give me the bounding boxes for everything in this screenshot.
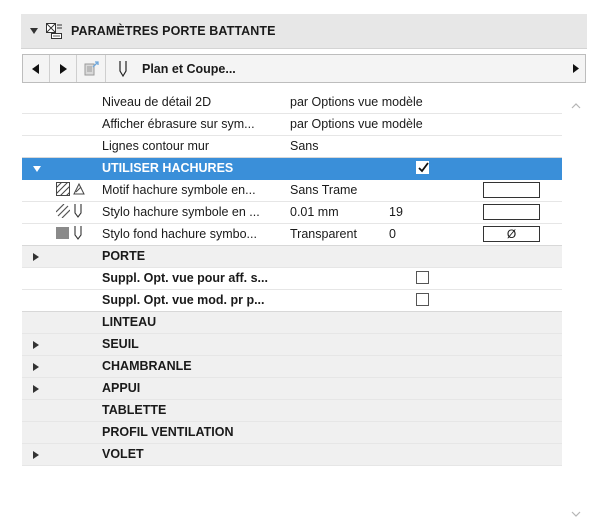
- list-item[interactable]: Niveau de détail 2D par Options vue modè…: [22, 92, 562, 114]
- param-name: Stylo fond hachure symbo...: [102, 227, 257, 241]
- param-value[interactable]: Sans: [290, 136, 319, 157]
- checkbox[interactable]: [416, 293, 429, 306]
- hatch-pattern-icon: [55, 181, 71, 199]
- group-label: TABLETTE: [102, 403, 167, 417]
- checkbox[interactable]: [416, 271, 429, 284]
- arrow-right-icon[interactable]: [573, 55, 579, 82]
- checkbox[interactable]: [416, 161, 429, 174]
- door-settings-panel: PARAMÈTRES PORTE BATTANTE Plan et Coupe.…: [21, 14, 587, 526]
- param-name: Afficher ébrasure sur sym...: [102, 117, 255, 131]
- door-settings-icon: [45, 22, 63, 40]
- pen-number[interactable]: 19: [389, 202, 403, 223]
- list-item[interactable]: Motif hachure symbole en... Sans Trame: [22, 180, 562, 202]
- transparent-swatch[interactable]: Ø: [483, 226, 540, 242]
- group-label: APPUI: [102, 381, 141, 395]
- next-button[interactable]: [50, 55, 77, 82]
- chevron-right-icon[interactable]: [33, 356, 39, 377]
- param-name: Stylo hachure symbole en ...: [102, 205, 260, 219]
- chevron-down-icon[interactable]: [33, 158, 41, 179]
- param-value[interactable]: par Options vue modèle: [290, 114, 423, 135]
- view-label[interactable]: Plan et Coupe...: [142, 55, 236, 82]
- page-settings-button[interactable]: [77, 55, 106, 82]
- previous-button[interactable]: [23, 55, 50, 82]
- list-item[interactable]: Stylo hachure symbole en ... 0.01 mm 19: [22, 202, 562, 224]
- group-row-profil-ventilation[interactable]: PROFIL VENTILATION: [22, 422, 562, 444]
- param-name: Suppl. Opt. vue pour aff. s...: [102, 271, 268, 285]
- group-row-tablette[interactable]: TABLETTE: [22, 400, 562, 422]
- chevron-right-icon[interactable]: [33, 444, 39, 465]
- chevron-right-icon[interactable]: [33, 378, 39, 399]
- pen-number[interactable]: 0: [389, 224, 396, 245]
- group-row-chambranle[interactable]: CHAMBRANLE: [22, 356, 562, 378]
- chevron-right-icon[interactable]: [33, 334, 39, 355]
- arrow-left-icon: [32, 63, 40, 74]
- group-row-linteau[interactable]: LINTEAU: [22, 312, 562, 334]
- param-name: Lignes contour mur: [102, 139, 210, 153]
- group-label: PROFIL VENTILATION: [102, 425, 234, 439]
- group-row-utiliser-hachures[interactable]: UTILISER HACHURES: [22, 158, 562, 180]
- group-row-porte[interactable]: PORTE: [22, 246, 562, 268]
- pen-icon: [72, 225, 84, 244]
- group-row-seuil[interactable]: SEUIL: [22, 334, 562, 356]
- group-label: PORTE: [102, 249, 146, 263]
- group-label: VOLET: [102, 447, 144, 461]
- group-row-appui[interactable]: APPUI: [22, 378, 562, 400]
- list-item[interactable]: Afficher ébrasure sur sym... par Options…: [22, 114, 562, 136]
- list-item[interactable]: Lignes contour mur Sans: [22, 136, 562, 158]
- row-icons: [55, 202, 84, 223]
- row-icons: [56, 224, 84, 245]
- parameter-list: Niveau de détail 2D par Options vue modè…: [22, 92, 562, 466]
- group-label: UTILISER HACHURES: [102, 161, 234, 175]
- list-item[interactable]: Stylo fond hachure symbo... Transparent …: [22, 224, 562, 246]
- document-arrow-icon: [83, 60, 99, 77]
- param-value[interactable]: Transparent: [290, 224, 357, 245]
- chevron-up-icon[interactable]: [571, 98, 581, 112]
- param-value[interactable]: Sans Trame: [290, 180, 357, 201]
- row-icons: [55, 180, 86, 201]
- group-label: SEUIL: [102, 337, 139, 351]
- list-item[interactable]: Suppl. Opt. vue pour aff. s...: [22, 268, 562, 290]
- param-value[interactable]: par Options vue modèle: [290, 92, 423, 113]
- solid-fill-icon: [56, 226, 70, 243]
- pattern-swatch[interactable]: [483, 182, 540, 198]
- pen-icon: [72, 203, 84, 222]
- view-toolbar: Plan et Coupe...: [22, 54, 586, 83]
- fill-style-icon: [72, 182, 86, 199]
- group-row-volet[interactable]: VOLET: [22, 444, 562, 466]
- group-label: LINTEAU: [102, 315, 157, 329]
- hatch-lines-icon: [55, 203, 71, 221]
- pen-swatch[interactable]: [483, 204, 540, 220]
- collapse-caret-icon[interactable]: [29, 27, 41, 35]
- panel-title: PARAMÈTRES PORTE BATTANTE: [71, 24, 276, 38]
- param-value[interactable]: 0.01 mm: [290, 202, 339, 223]
- group-label: CHAMBRANLE: [102, 359, 192, 373]
- panel-header[interactable]: PARAMÈTRES PORTE BATTANTE: [21, 14, 587, 49]
- scrollbar[interactable]: [566, 92, 586, 524]
- chevron-down-icon[interactable]: [571, 506, 581, 520]
- list-item[interactable]: Suppl. Opt. vue mod. pr p...: [22, 290, 562, 312]
- param-name: Suppl. Opt. vue mod. pr p...: [102, 293, 265, 307]
- param-name: Niveau de détail 2D: [102, 95, 212, 109]
- chevron-right-icon[interactable]: [33, 246, 39, 267]
- arrow-right-icon: [59, 63, 67, 74]
- pen-icon: [112, 55, 134, 82]
- param-name: Motif hachure symbole en...: [102, 183, 256, 197]
